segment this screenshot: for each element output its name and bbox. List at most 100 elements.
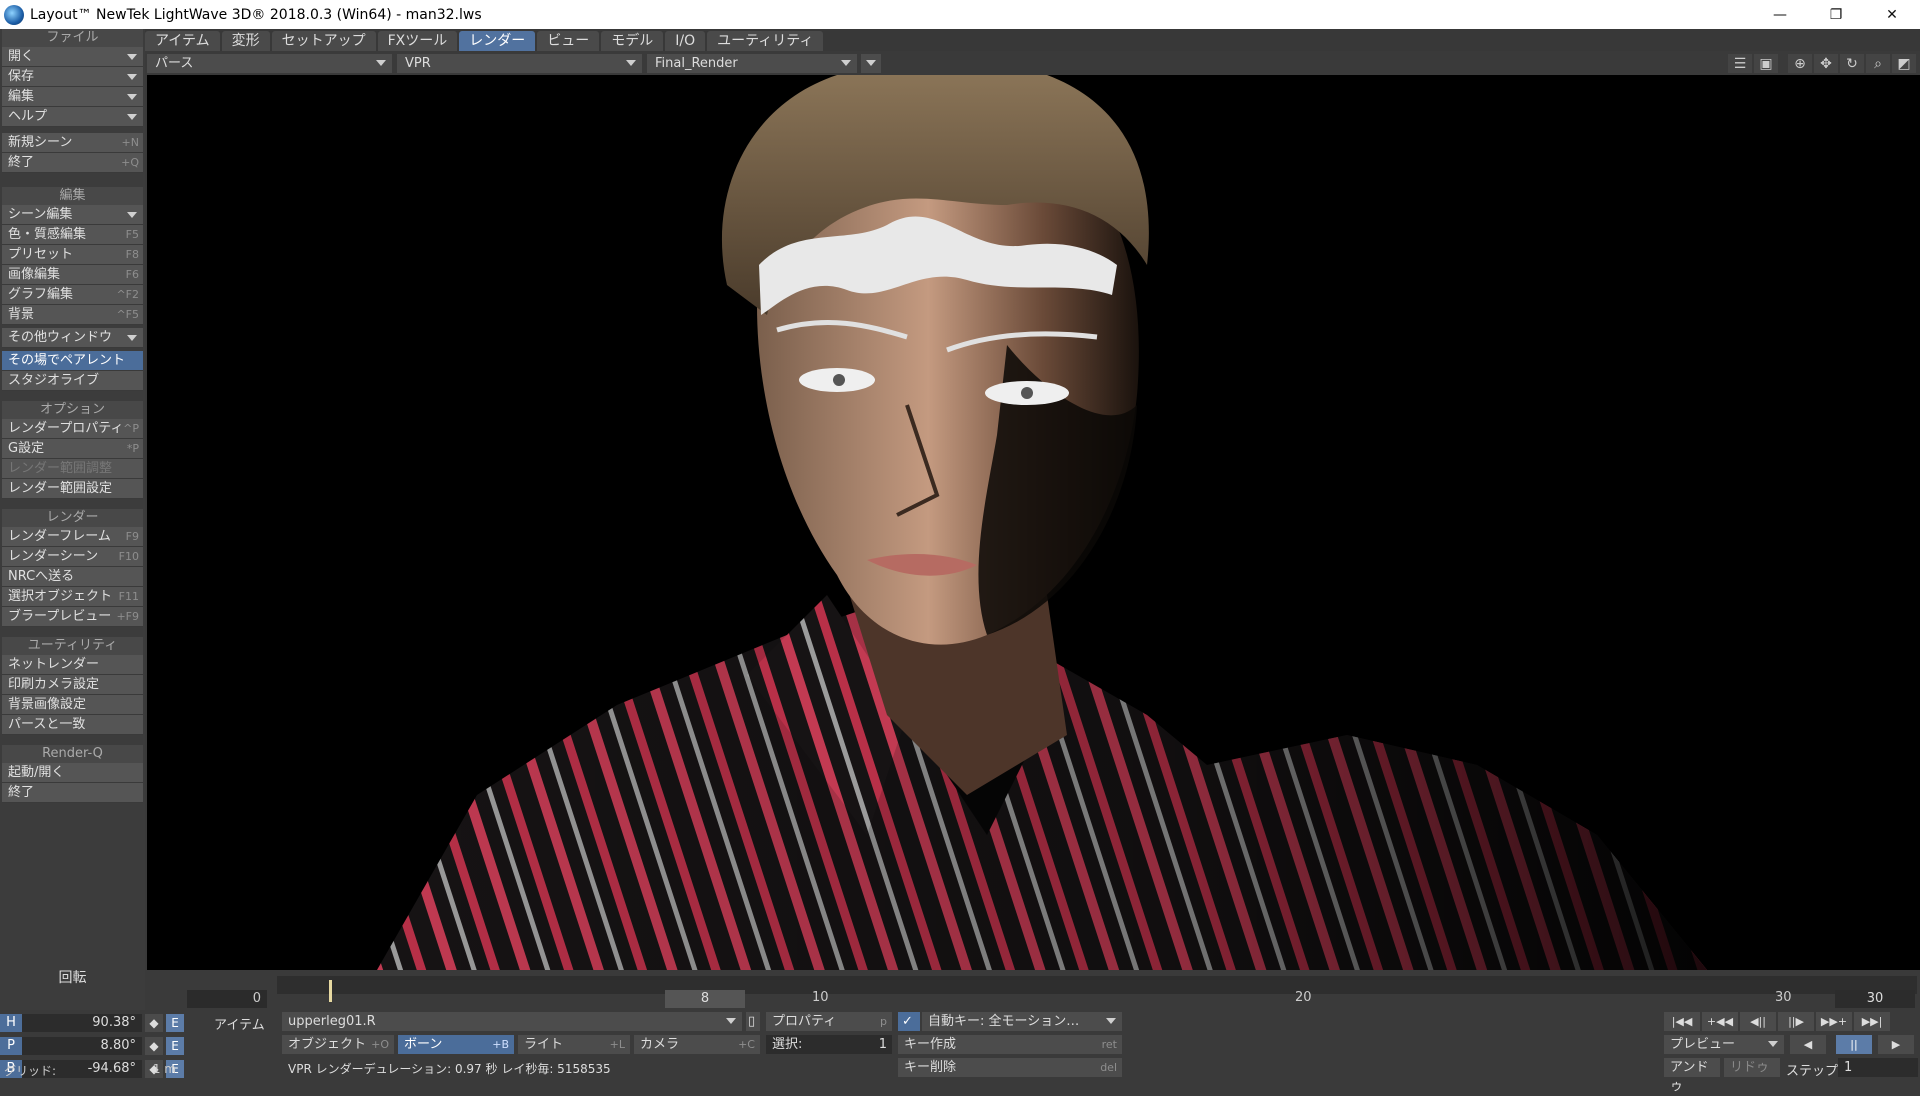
bottom-controls: H 90.38° ◆ E P 8.80° ◆ E B -94.68° ◆ E グ… — [0, 1010, 1920, 1094]
delete-key-button[interactable]: キー削除 del — [898, 1058, 1122, 1077]
net-render-button[interactable]: ネットレンダー — [2, 655, 143, 675]
redo-button[interactable]: リドゥ — [1724, 1058, 1780, 1077]
tab-setup[interactable]: セットアップ — [271, 31, 376, 51]
render-selected-button[interactable]: 選択オブジェクト F11 — [2, 587, 143, 607]
preset-select[interactable]: Final_Render — [647, 54, 857, 73]
objects-button[interactable]: オブジェクト +O — [282, 1035, 394, 1054]
quit-button[interactable]: 終了 +Q — [2, 153, 143, 173]
renderq-quit-button[interactable]: 終了 — [2, 783, 143, 803]
renderq-open-button[interactable]: 起動/開く — [2, 763, 143, 783]
tab-view[interactable]: ビュー — [537, 31, 600, 51]
tab-modify[interactable]: 変形 — [221, 31, 270, 51]
list-icon[interactable]: ☰ — [1728, 54, 1752, 73]
maximize-view-icon[interactable]: ◩ — [1892, 54, 1916, 73]
play-icon[interactable]: ▶ — [1878, 1035, 1914, 1054]
view-mode-value: パース — [155, 56, 194, 71]
pause-icon[interactable]: || — [1836, 1035, 1872, 1054]
shortcut-hint: +F9 — [116, 610, 139, 623]
open-menu[interactable]: 開く — [2, 47, 143, 67]
minimize-button[interactable]: — — [1752, 0, 1808, 29]
preview-select[interactable]: プレビュー — [1664, 1035, 1784, 1054]
g-settings-button[interactable]: G設定 *P — [2, 439, 143, 459]
next-key-icon[interactable]: ▶▶+ — [1816, 1012, 1852, 1031]
center-icon[interactable]: ⊕ — [1788, 54, 1812, 73]
preset-options-button[interactable] — [861, 54, 881, 73]
step-forward-icon[interactable]: ||▶ — [1778, 1012, 1814, 1031]
render-scene-button[interactable]: レンダーシーン F10 — [2, 547, 143, 567]
maximize-button[interactable]: ❐ — [1808, 0, 1864, 29]
undo-button[interactable]: アンドゥ — [1664, 1058, 1720, 1094]
background-image-button[interactable]: 背景画像設定 — [2, 695, 143, 715]
send-to-nrc-button[interactable]: NRCへ送る — [2, 567, 143, 587]
scene-editor-menu[interactable]: シーン編集 — [2, 205, 143, 225]
tab-model[interactable]: モデル — [601, 31, 664, 51]
item-options-button[interactable]: ▯ — [746, 1012, 760, 1031]
end-frame-field[interactable]: 30 — [1835, 990, 1915, 1008]
h-drag-icon[interactable]: ◆ — [145, 1014, 163, 1032]
p-drag-icon[interactable]: ◆ — [145, 1037, 163, 1055]
play-reverse-icon[interactable]: ◀ — [1790, 1035, 1826, 1054]
p-envelope-button[interactable]: E — [166, 1037, 184, 1055]
tab-items[interactable]: アイテム — [145, 31, 220, 51]
current-item-select[interactable]: upperleg01.R — [282, 1012, 742, 1031]
edit-menu[interactable]: 編集 — [2, 87, 143, 107]
render-properties-button[interactable]: レンダープロパティ ^P — [2, 419, 143, 439]
chevron-down-icon — [127, 335, 137, 341]
render-frame-button[interactable]: レンダーフレーム F9 — [2, 527, 143, 547]
render-limits-set-button[interactable]: レンダー範囲設定 — [2, 479, 143, 499]
background-button[interactable]: 背景 ^F5 — [2, 305, 143, 325]
parent-in-place-toggle[interactable]: その場でペアレント — [2, 351, 143, 371]
step-field[interactable]: 1 — [1838, 1058, 1918, 1077]
open-label: 開く — [8, 49, 35, 64]
p-value-field[interactable]: 8.80° — [22, 1037, 142, 1055]
blur-preview-label: ブラープレビュー — [8, 609, 112, 624]
h-row: H 90.38° ◆ E — [0, 1012, 184, 1034]
edit-label: 編集 — [8, 89, 35, 104]
render-frame-label: レンダーフレーム — [8, 529, 111, 544]
create-key-button[interactable]: キー作成 ret — [898, 1035, 1122, 1054]
other-windows-menu[interactable]: その他ウィンドウ — [2, 328, 143, 348]
h-envelope-button[interactable]: E — [166, 1014, 184, 1032]
save-view-icon[interactable]: ▣ — [1754, 54, 1778, 73]
auto-key-checkbox[interactable]: ✓ — [898, 1012, 920, 1031]
cameras-button[interactable]: カメラ +C — [634, 1035, 760, 1054]
h-value-field[interactable]: 90.38° — [22, 1014, 142, 1032]
save-menu[interactable]: 保存 — [2, 67, 143, 87]
print-camera-button[interactable]: 印刷カメラ設定 — [2, 675, 143, 695]
auto-key-select[interactable]: 自動キー: 全モーション… — [922, 1012, 1122, 1031]
presets-button[interactable]: プリセット F8 — [2, 245, 143, 265]
tab-utility[interactable]: ユーティリティ — [707, 31, 824, 51]
tab-io[interactable]: I/O — [665, 31, 706, 51]
timeline[interactable]: 0 8 10 20 30 30 — [145, 970, 1920, 1010]
graph-editor-button[interactable]: グラフ編集 ^F2 — [2, 285, 143, 305]
goto-end-icon[interactable]: ▶▶| — [1854, 1012, 1890, 1031]
tab-render[interactable]: レンダー — [459, 31, 536, 51]
current-frame-indicator[interactable]: 8 — [665, 990, 745, 1008]
properties-button[interactable]: プロパティ p — [766, 1012, 892, 1031]
other-windows-label: その他ウィンドウ — [8, 330, 113, 345]
start-frame-field[interactable]: 0 — [187, 990, 267, 1008]
goto-start-icon[interactable]: |◀◀ — [1664, 1012, 1700, 1031]
save-label: 保存 — [8, 69, 35, 84]
new-scene-button[interactable]: 新規シーン +N — [2, 133, 143, 153]
render-mode-select[interactable]: VPR — [397, 54, 642, 73]
render-viewport[interactable] — [147, 75, 1920, 970]
move-view-icon[interactable]: ✥ — [1814, 54, 1838, 73]
timeline-track[interactable] — [277, 976, 1917, 994]
view-mode-select[interactable]: パース — [147, 54, 392, 73]
match-perspective-button[interactable]: パースと一致 — [2, 715, 143, 735]
step-back-icon[interactable]: ◀|| — [1740, 1012, 1776, 1031]
rotate-view-icon[interactable]: ↻ — [1840, 54, 1864, 73]
bones-button[interactable]: ボーン +B — [398, 1035, 514, 1054]
help-menu[interactable]: ヘルプ — [2, 107, 143, 127]
studio-live-button[interactable]: スタジオライブ — [2, 371, 143, 391]
tab-fx-tools[interactable]: FXツール — [377, 31, 458, 51]
viewport-toolbar: パース VPR Final_Render ☰ ▣ ⊕ ✥ ↻ ⌕ ◩ — [145, 51, 1920, 75]
blur-preview-button[interactable]: ブラープレビュー +F9 — [2, 607, 143, 627]
zoom-icon[interactable]: ⌕ — [1866, 54, 1890, 73]
lights-button[interactable]: ライト +L — [518, 1035, 630, 1054]
close-button[interactable]: ✕ — [1864, 0, 1920, 29]
surface-editor-button[interactable]: 色・質感編集 F5 — [2, 225, 143, 245]
image-editor-button[interactable]: 画像編集 F6 — [2, 265, 143, 285]
prev-key-icon[interactable]: +◀◀ — [1702, 1012, 1738, 1031]
